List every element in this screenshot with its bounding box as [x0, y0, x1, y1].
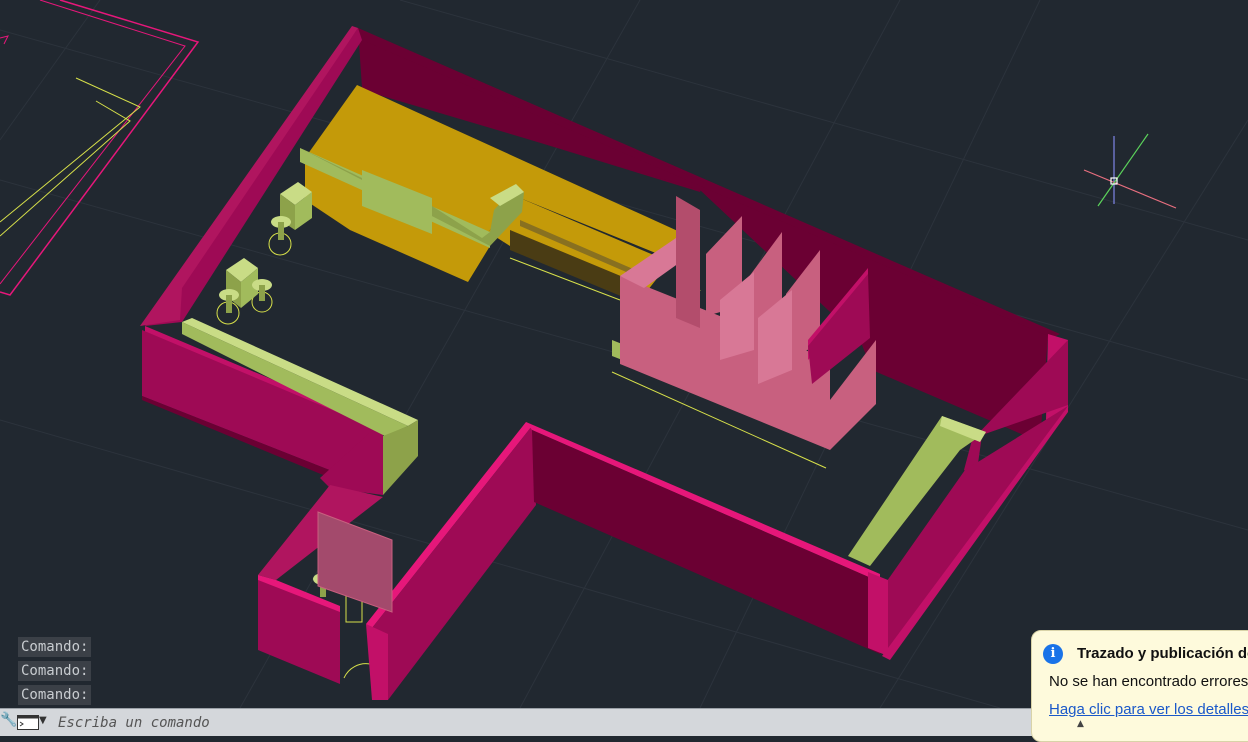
notification-message: No se han encontrado errores: [1049, 673, 1248, 690]
notification-balloon[interactable]: i Trazado y publicación de No se han enc…: [1031, 630, 1248, 742]
command-history-line: Comando:: [18, 661, 92, 681]
outline-left: [0, 0, 200, 296]
notification-details-link[interactable]: Haga clic para ver los detalles: [1049, 701, 1248, 718]
command-history-line: Comando:: [18, 637, 92, 657]
info-icon: i: [1043, 644, 1063, 664]
command-history-line: Comando:: [18, 685, 92, 705]
notification-title: Trazado y publicación de: [1077, 645, 1248, 662]
door-panel: [317, 511, 393, 613]
drawing-viewport[interactable]: [0, 0, 1248, 708]
chevron-up-icon[interactable]: ▲: [1077, 719, 1084, 729]
wrench-icon[interactable]: 🔧: [0, 712, 17, 732]
ucs-axis-icon[interactable]: [1083, 133, 1177, 209]
command-input[interactable]: [56, 712, 760, 734]
model-space-3d[interactable]: [0, 0, 1248, 708]
command-history: Comando: Comando: Comando:: [18, 637, 92, 709]
chevron-down-icon[interactable]: ▼: [39, 715, 47, 726]
command-prompt-icon[interactable]: [17, 715, 39, 730]
